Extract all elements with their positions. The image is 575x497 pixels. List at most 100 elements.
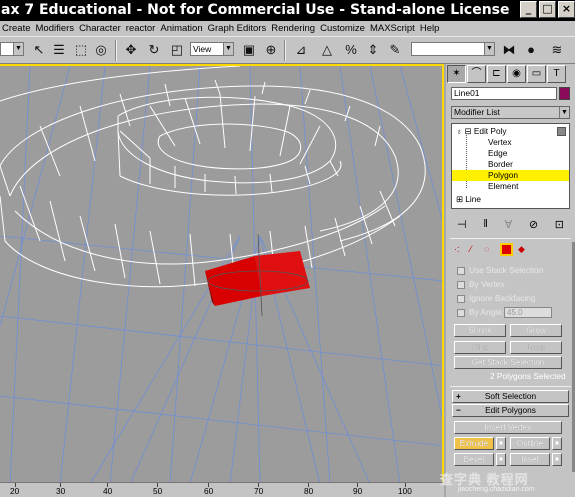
create-tab-icon[interactable]: ✶ <box>447 65 466 83</box>
ring-button[interactable]: Ring <box>454 341 506 354</box>
move-icon[interactable]: ✥ <box>122 41 140 59</box>
title-bar: ax 7 Educational - Not for Commercial Us… <box>0 0 575 21</box>
region-select-icon[interactable]: ⬚ <box>72 41 90 59</box>
soft-selection-rollout[interactable]: + Soft Selection <box>452 390 569 403</box>
layer-manager-icon[interactable]: ≋ <box>548 41 566 59</box>
make-unique-icon[interactable]: ∀ <box>505 218 513 231</box>
insert-vertex-button[interactable]: Insert Vertex <box>454 421 562 434</box>
timeline-label: 80 <box>304 486 314 496</box>
outline-settings-icon[interactable]: ■ <box>552 437 562 450</box>
select-by-name-icon[interactable]: ☰ <box>50 41 68 59</box>
extrude-settings-icon[interactable]: ■ <box>496 437 506 450</box>
named-selection-dropdown[interactable]: ▼ <box>411 42 495 56</box>
modify-tab-icon[interactable]: ⌒ <box>467 65 486 83</box>
ignore-backfacing-checkbox[interactable] <box>457 295 465 303</box>
align-icon[interactable]: ● <box>522 41 540 59</box>
edge-level-icon[interactable]: ⁄ <box>470 244 472 254</box>
wireframe-spiral <box>0 66 426 288</box>
pin-stack-icon[interactable]: ⊣ <box>457 218 467 231</box>
maximize-button[interactable]: □ <box>539 1 556 18</box>
object-color-swatch[interactable] <box>559 87 570 100</box>
angle-spinner[interactable]: 45.0 <box>504 307 552 318</box>
menu-help[interactable]: Help <box>418 23 443 34</box>
selected-polygons[interactable] <box>205 251 310 306</box>
shrink-button[interactable]: Shrink <box>454 324 506 337</box>
stack-scroll-thumb[interactable] <box>557 127 566 136</box>
stack-sub-edge[interactable]: Edge <box>488 148 507 159</box>
hierarchy-tab-icon[interactable]: ⊏ <box>487 65 506 83</box>
snap-toggle-icon[interactable]: ⊿ <box>292 41 310 59</box>
selection-level-icons: ·: ⁄ ◌ ◆ <box>454 243 569 258</box>
display-tab-icon[interactable]: ▭ <box>527 65 546 83</box>
by-vertex-checkbox[interactable] <box>457 281 465 289</box>
border-level-icon[interactable]: ◌ <box>484 244 489 254</box>
perspective-viewport[interactable] <box>0 64 444 482</box>
menu-animation[interactable]: Animation <box>158 23 205 34</box>
loop-button[interactable]: Loop <box>510 341 562 354</box>
element-level-icon[interactable]: ◆ <box>518 244 525 255</box>
reference-coordinate-dropdown[interactable]: View ▼ <box>190 42 234 56</box>
modifier-list-dropdown[interactable]: Modifier List ▼ <box>451 106 570 119</box>
bevel-button[interactable]: Bevel <box>454 453 494 466</box>
modifier-stack[interactable]: ♁ ⊟ Edit Poly Vertex Edge Border Polygon… <box>451 123 570 209</box>
stack-sub-vertex[interactable]: Vertex <box>488 137 512 148</box>
utilities-tab-icon[interactable]: T <box>547 65 566 83</box>
motion-tab-icon[interactable]: ◉ <box>507 65 526 83</box>
remove-modifier-icon[interactable]: ⊘ <box>529 218 538 231</box>
selection-filter-dropdown[interactable]: ▼ <box>0 42 24 56</box>
mirror-icon[interactable]: ⧓ <box>500 41 518 59</box>
timeline-label: 20 <box>10 486 20 496</box>
stack-item-line[interactable]: ⊞ Line <box>456 194 481 205</box>
edit-polygons-rollout[interactable]: − Edit Polygons <box>452 404 569 417</box>
stack-sub-polygon[interactable]: Polygon <box>452 170 569 181</box>
menu-graph-editors[interactable]: Graph Editors <box>206 23 270 34</box>
select-manipulate-icon[interactable]: ⊕ <box>262 41 280 59</box>
command-panel: ✶ ⌒ ⊏ ◉ ▭ T Line01 Modifier List ▼ ♁ ⊟ Ed… <box>446 64 575 482</box>
window-crossing-icon[interactable]: ◎ <box>92 41 110 59</box>
minimize-button[interactable]: _ <box>520 1 537 18</box>
object-name-field[interactable]: Line01 <box>451 87 557 100</box>
ignore-backfacing-label: Ignore Backfacing <box>469 293 536 303</box>
named-selection-icon[interactable]: ✎ <box>386 41 404 59</box>
bevel-settings-icon[interactable]: ■ <box>496 453 506 466</box>
percent-snap-icon[interactable]: % <box>342 41 360 59</box>
by-angle-checkbox[interactable] <box>457 309 465 317</box>
inset-button[interactable]: Inset <box>510 453 550 466</box>
inset-settings-icon[interactable]: ■ <box>552 453 562 466</box>
main-toolbar: ▼ ↖ ☰ ⬚ ◎ ✥ ↻ ◰ View ▼ ▣ ⊕ ⊿ △ % ⇕ ✎ ▼ ⧓ … <box>0 36 575 64</box>
command-panel-tabs: ✶ ⌒ ⊏ ◉ ▭ T <box>446 64 575 84</box>
menu-create[interactable]: Create <box>0 23 34 34</box>
lightbulb-icon[interactable]: ♁ <box>456 126 462 136</box>
pivot-center-icon[interactable]: ▣ <box>240 41 258 59</box>
configure-sets-icon[interactable]: ⊡ <box>555 218 564 231</box>
stack-sub-element[interactable]: Element <box>488 181 518 192</box>
scale-icon[interactable]: ◰ <box>168 41 186 59</box>
polygon-level-icon[interactable] <box>500 243 513 256</box>
by-angle-label: By Angle: <box>469 307 505 317</box>
menu-character[interactable]: Character <box>77 23 124 34</box>
use-stack-selection-checkbox[interactable] <box>457 267 465 275</box>
spinner-snap-icon[interactable]: ⇕ <box>364 41 382 59</box>
menu-customize[interactable]: Customize <box>318 23 368 34</box>
expand-plus-icon: + <box>456 391 461 401</box>
vertex-level-icon[interactable]: ·: <box>454 244 460 254</box>
expand-plus-icon[interactable]: ⊞ <box>456 194 463 204</box>
rotate-icon[interactable]: ↻ <box>145 41 163 59</box>
menu-bar: Create Modifiers Character reactor Anima… <box>0 21 575 36</box>
grow-button[interactable]: Grow <box>510 324 562 337</box>
menu-rendering[interactable]: Rendering <box>269 23 318 34</box>
extrude-button[interactable]: Extrude <box>454 437 494 450</box>
menu-modifiers[interactable]: Modifiers <box>34 23 78 34</box>
outline-button[interactable]: Outline <box>510 437 550 450</box>
close-button[interactable]: × <box>558 1 575 18</box>
select-object-icon[interactable]: ↖ <box>30 41 48 59</box>
timeline-label: 100 <box>398 486 412 496</box>
show-end-result-icon[interactable]: ‖ <box>483 218 488 230</box>
get-stack-selection-button[interactable]: Get Stack Selection <box>454 356 562 369</box>
menu-maxscript[interactable]: MAXScript <box>368 23 418 34</box>
menu-reactor[interactable]: reactor <box>124 23 159 34</box>
angle-snap-icon[interactable]: △ <box>318 41 336 59</box>
time-slider-track[interactable]: 20 30 40 50 60 70 80 90 100 <box>0 482 444 497</box>
stack-sub-border[interactable]: Border <box>488 159 513 170</box>
edit-polygons-label: Edit Polygons <box>485 405 536 415</box>
